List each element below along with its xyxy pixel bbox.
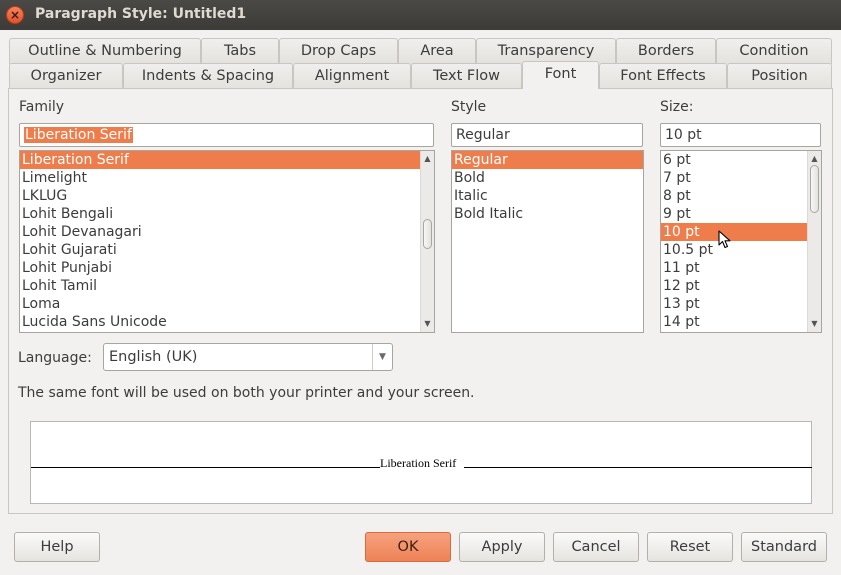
list-item[interactable]: Regular bbox=[452, 151, 643, 169]
scroll-thumb[interactable] bbox=[423, 219, 432, 249]
chevron-down-icon[interactable]: ▼ bbox=[372, 344, 392, 370]
list-item[interactable]: 11 pt bbox=[661, 259, 821, 277]
style-list[interactable]: Regular Bold Italic Bold Italic bbox=[451, 150, 644, 333]
language-combobox[interactable]: English (UK) ▼ bbox=[103, 343, 393, 371]
tab-borders[interactable]: Borders bbox=[616, 38, 716, 64]
language-label: Language: bbox=[18, 350, 92, 366]
tab-alignment[interactable]: Alignment bbox=[293, 63, 411, 89]
family-scrollbar[interactable]: ▲ ▼ bbox=[420, 151, 434, 332]
family-label: Family bbox=[19, 99, 65, 115]
list-item[interactable]: Italic bbox=[452, 187, 643, 205]
list-item[interactable]: 8 pt bbox=[661, 187, 821, 205]
tab-drop-caps[interactable]: Drop Caps bbox=[279, 38, 398, 64]
scroll-up-icon[interactable]: ▲ bbox=[808, 152, 821, 166]
apply-button[interactable]: Apply bbox=[459, 532, 545, 562]
list-item[interactable]: Lucida Sans Unicode bbox=[20, 313, 434, 331]
size-list[interactable]: 6 pt 7 pt 8 pt 9 pt 10 pt 10.5 pt 11 pt … bbox=[660, 150, 822, 333]
tab-position[interactable]: Position bbox=[727, 63, 832, 89]
list-item[interactable]: 14 pt bbox=[661, 313, 821, 331]
ok-button[interactable]: OK bbox=[365, 532, 451, 562]
size-scrollbar[interactable]: ▲ ▼ bbox=[807, 151, 821, 332]
list-item[interactable]: Lohit Tamil bbox=[20, 277, 434, 295]
list-item[interactable]: Lohit Devanagari bbox=[20, 223, 434, 241]
cancel-button-label: Cancel bbox=[571, 539, 621, 555]
ok-button-label: OK bbox=[397, 539, 419, 555]
tab-indents-spacing[interactable]: Indents & Spacing bbox=[123, 63, 293, 89]
list-item[interactable]: 6 pt bbox=[661, 151, 821, 169]
size-label: Size: bbox=[660, 99, 694, 115]
list-item[interactable]: Bold Italic bbox=[452, 205, 643, 223]
family-input[interactable]: Liberation Serif bbox=[19, 123, 434, 147]
scroll-up-icon[interactable]: ▲ bbox=[421, 152, 434, 166]
mouse-pointer-icon bbox=[718, 230, 731, 249]
cancel-button[interactable]: Cancel bbox=[553, 532, 639, 562]
list-item[interactable]: 12 pt bbox=[661, 277, 821, 295]
font-info-text: The same font will be used on both your … bbox=[18, 385, 475, 401]
reset-button[interactable]: Reset bbox=[647, 532, 733, 562]
tab-area[interactable]: Area bbox=[398, 38, 476, 64]
list-item[interactable]: Loma bbox=[20, 295, 434, 313]
list-item[interactable]: 10 pt bbox=[661, 223, 821, 241]
list-item[interactable]: Liberation Serif bbox=[20, 151, 434, 169]
window-title: Paragraph Style: Untitled1 bbox=[35, 6, 247, 22]
preview-baseline-right bbox=[464, 467, 812, 468]
family-input-value: Liberation Serif bbox=[24, 127, 133, 143]
list-item[interactable]: Lohit Punjabi bbox=[20, 259, 434, 277]
tab-condition[interactable]: Condition bbox=[716, 38, 832, 64]
reset-button-label: Reset bbox=[669, 539, 711, 555]
list-item[interactable]: Lohit Gujarati bbox=[20, 241, 434, 259]
scroll-thumb[interactable] bbox=[810, 165, 819, 213]
style-label: Style bbox=[451, 99, 487, 115]
tab-outline-numbering[interactable]: Outline & Numbering bbox=[9, 38, 201, 64]
size-input[interactable]: 10 pt bbox=[660, 123, 821, 147]
family-list[interactable]: Liberation Serif Limelight LKLUG Lohit B… bbox=[19, 150, 435, 333]
list-item[interactable]: 10.5 pt bbox=[661, 241, 821, 259]
list-item[interactable]: Limelight bbox=[20, 169, 434, 187]
help-button-label: Help bbox=[40, 539, 74, 555]
tab-tabs[interactable]: Tabs bbox=[201, 38, 279, 64]
scroll-down-icon[interactable]: ▼ bbox=[421, 317, 434, 331]
list-item[interactable]: Lohit Bengali bbox=[20, 205, 434, 223]
tab-organizer[interactable]: Organizer bbox=[9, 63, 123, 89]
style-input[interactable]: Regular bbox=[451, 123, 643, 147]
scroll-down-icon[interactable]: ▼ bbox=[808, 317, 821, 331]
list-item[interactable]: Bold bbox=[452, 169, 643, 187]
list-item[interactable]: 7 pt bbox=[661, 169, 821, 187]
tab-font-effects[interactable]: Font Effects bbox=[599, 63, 727, 89]
close-icon[interactable]: × bbox=[6, 6, 24, 24]
preview-sample-text: Liberation Serif bbox=[380, 456, 457, 470]
standard-button-label: Standard bbox=[751, 539, 817, 555]
help-button[interactable]: Help bbox=[14, 532, 100, 562]
apply-button-label: Apply bbox=[481, 539, 523, 555]
list-item[interactable]: 13 pt bbox=[661, 295, 821, 313]
tab-text-flow[interactable]: Text Flow bbox=[411, 63, 522, 89]
tab-font[interactable]: Font bbox=[522, 61, 599, 89]
title-bar: × Paragraph Style: Untitled1 bbox=[0, 0, 841, 30]
font-preview: Liberation Serif bbox=[30, 421, 812, 504]
language-value: English (UK) bbox=[109, 349, 198, 365]
list-item[interactable]: 9 pt bbox=[661, 205, 821, 223]
preview-baseline-left bbox=[31, 467, 380, 468]
standard-button[interactable]: Standard bbox=[741, 532, 827, 562]
list-item[interactable]: LKLUG bbox=[20, 187, 434, 205]
